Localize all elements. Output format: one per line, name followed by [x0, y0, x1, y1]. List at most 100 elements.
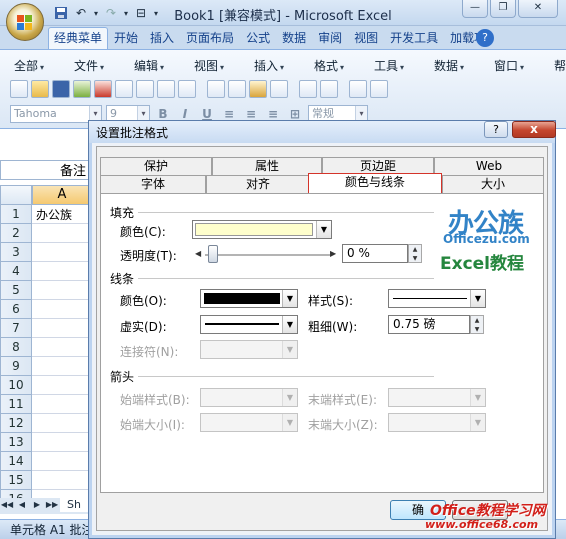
row-header[interactable]: 12 [0, 414, 32, 433]
dialog-close-button[interactable]: x [512, 121, 556, 138]
end-style-dropdown[interactable]: ▼ [388, 388, 486, 407]
line-color-dropdown[interactable]: ▼ [200, 289, 298, 308]
row-header[interactable]: 10 [0, 376, 32, 395]
cut-icon[interactable] [207, 80, 225, 98]
redo-dropdown-icon[interactable]: ▾ [122, 4, 130, 22]
transparency-input[interactable]: 0 % [342, 244, 408, 263]
row-header[interactable]: 3 [0, 243, 32, 262]
save-icon[interactable] [52, 4, 70, 22]
cell[interactable] [32, 376, 92, 395]
chevron-down-icon[interactable]: ▼ [470, 290, 485, 307]
open-folder-icon[interactable] [31, 80, 49, 98]
print-preview-icon[interactable] [136, 80, 154, 98]
tab-classic-menu[interactable]: 经典菜单 [48, 27, 109, 49]
office-button[interactable] [6, 3, 44, 41]
tab-home[interactable]: 开始 [108, 27, 144, 49]
new-document-icon[interactable] [10, 80, 28, 98]
menu-window[interactable]: 窗口 ▾ [494, 57, 554, 75]
menu-tools[interactable]: 工具 ▾ [374, 57, 434, 75]
close-window-button[interactable]: ✕ [518, 0, 558, 18]
menu-all[interactable]: 全部 ▾ [14, 57, 74, 75]
tab-developer[interactable]: 开发工具 [384, 27, 444, 49]
cell[interactable] [32, 433, 92, 452]
save-icon[interactable] [52, 80, 70, 98]
row-header[interactable]: 4 [0, 262, 32, 281]
row-header[interactable]: 7 [0, 319, 32, 338]
cell[interactable] [32, 471, 92, 490]
dash-dropdown[interactable]: ▼ [200, 315, 298, 334]
spin-up-icon[interactable]: ▲ [409, 245, 421, 254]
fill-color-dropdown[interactable]: ▼ [192, 220, 332, 239]
line-weight-spinner[interactable]: ▲ ▼ [470, 315, 484, 334]
permission-icon[interactable] [73, 80, 91, 98]
cell[interactable] [32, 395, 92, 414]
qat-more-icon[interactable]: ▾ [152, 4, 160, 22]
chevron-down-icon[interactable]: ▼ [282, 290, 297, 307]
transparency-slider-thumb[interactable] [208, 245, 218, 263]
undo-icon[interactable] [299, 80, 317, 98]
row-header[interactable]: 5 [0, 281, 32, 300]
pdf-icon[interactable] [94, 80, 112, 98]
undo-icon[interactable]: ↶ [72, 4, 90, 22]
paste-icon[interactable] [249, 80, 267, 98]
next-sheet-icon[interactable]: ▶ [30, 498, 44, 512]
minimize-button[interactable]: — [462, 0, 488, 18]
autosum-icon[interactable] [370, 80, 388, 98]
tab-size[interactable]: 大小 [442, 175, 544, 193]
restore-button[interactable]: ❐ [490, 0, 516, 18]
last-sheet-icon[interactable]: ▶▶ [45, 498, 59, 512]
row-header[interactable]: 11 [0, 395, 32, 414]
cell[interactable] [32, 224, 92, 243]
cell[interactable] [32, 452, 92, 471]
cell[interactable] [32, 243, 92, 262]
menu-view[interactable]: 视图 ▾ [194, 57, 254, 75]
menu-help[interactable]: 帮 [554, 57, 566, 75]
cell[interactable] [32, 281, 92, 300]
slider-right-arrow-icon[interactable]: ▶ [330, 246, 340, 262]
row-header[interactable]: 13 [0, 433, 32, 452]
cell[interactable] [32, 357, 92, 376]
format-painter-icon[interactable] [270, 80, 288, 98]
row-header[interactable]: 15 [0, 471, 32, 490]
begin-style-dropdown[interactable]: ▼ [200, 388, 298, 407]
slider-left-arrow-icon[interactable]: ◀ [195, 246, 205, 262]
row-header[interactable]: 6 [0, 300, 32, 319]
spin-up-icon[interactable]: ▲ [471, 316, 483, 325]
research-icon[interactable] [157, 80, 175, 98]
spelling-icon[interactable] [178, 80, 196, 98]
help-icon[interactable]: ? [476, 29, 494, 47]
connector-dropdown[interactable]: ▼ [200, 340, 298, 359]
begin-size-dropdown[interactable]: ▼ [200, 413, 298, 432]
copy-icon[interactable] [228, 80, 246, 98]
tab-review[interactable]: 审阅 [312, 27, 348, 49]
tab-colors-and-lines[interactable]: 颜色与线条 [308, 173, 442, 194]
tab-properties[interactable]: 属性 [212, 157, 322, 175]
select-all-corner[interactable] [0, 185, 32, 205]
menu-data[interactable]: 数据 ▾ [434, 57, 494, 75]
tab-font[interactable]: 字体 [100, 175, 206, 193]
end-size-dropdown[interactable]: ▼ [388, 413, 486, 432]
spin-down-icon[interactable]: ▼ [471, 325, 483, 334]
customize-qat-icon[interactable]: ⊟ [132, 4, 150, 22]
hyperlink-icon[interactable] [349, 80, 367, 98]
menu-file[interactable]: 文件 ▾ [74, 57, 134, 75]
cell[interactable] [32, 262, 92, 281]
menu-insert[interactable]: 插入 ▾ [254, 57, 314, 75]
transparency-slider-track[interactable] [205, 254, 330, 256]
cell[interactable] [32, 338, 92, 357]
tab-insert[interactable]: 插入 [144, 27, 180, 49]
transparency-spinner[interactable]: ▲ ▼ [408, 244, 422, 263]
cell-a1[interactable]: 办公族 [36, 206, 72, 223]
row-header[interactable]: 9 [0, 357, 32, 376]
line-style-dropdown[interactable]: ▼ [388, 289, 486, 308]
chevron-down-icon[interactable]: ▼ [316, 221, 331, 238]
row-header[interactable]: 14 [0, 452, 32, 471]
tab-view[interactable]: 视图 [348, 27, 384, 49]
row-header[interactable]: 8 [0, 338, 32, 357]
tab-protection[interactable]: 保护 [100, 157, 212, 175]
redo-icon[interactable]: ↷ [102, 4, 120, 22]
first-sheet-icon[interactable]: ◀◀ [0, 498, 14, 512]
sheet-tab[interactable]: Sh [60, 498, 88, 512]
tab-page-layout[interactable]: 页面布局 [180, 27, 240, 49]
menu-format[interactable]: 格式 ▾ [314, 57, 374, 75]
